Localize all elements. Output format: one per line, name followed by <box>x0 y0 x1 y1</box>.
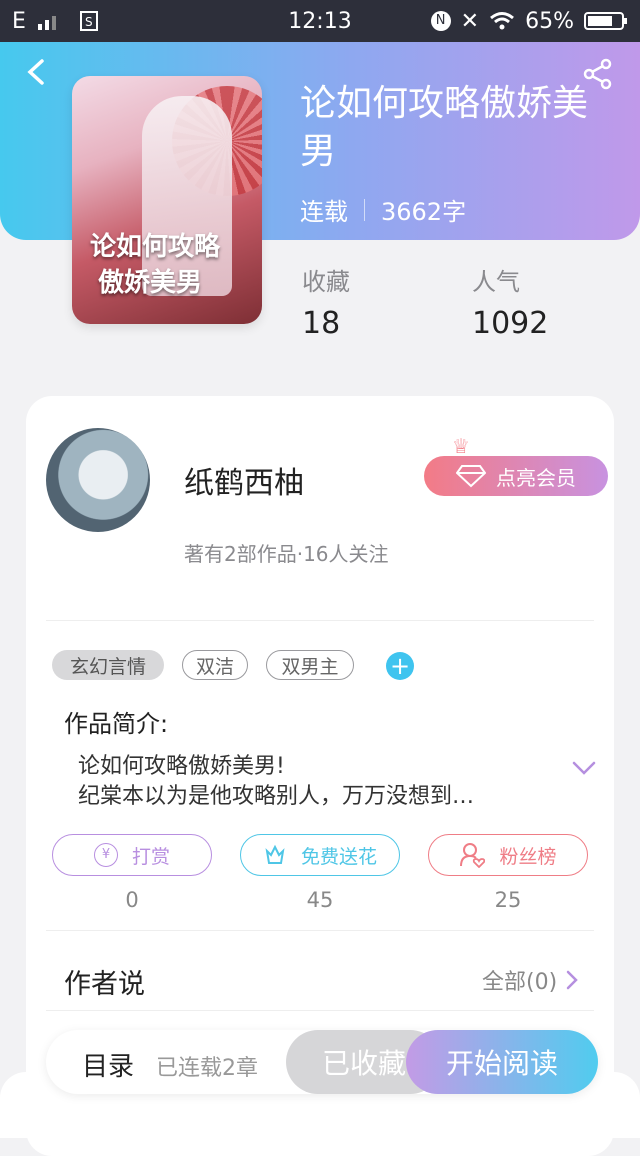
signal-icon <box>37 16 56 30</box>
nfc-icon: N <box>430 11 451 31</box>
intro-label: 作品简介: <box>64 710 169 738</box>
book-cover[interactable]: 论如何攻略 傲娇美男 <box>72 76 262 324</box>
author-subtitle: 著有2部作品·16人关注 <box>184 542 389 566</box>
crown-icon: ♕ <box>452 434 470 458</box>
chevron-right-icon <box>566 970 578 990</box>
divider <box>46 620 594 621</box>
send-flower-label: 免费送花 <box>300 845 377 868</box>
author-name[interactable]: 纸鹤西柚 <box>184 458 304 502</box>
back-icon[interactable] <box>24 58 50 86</box>
svg-text:S: S <box>85 15 93 29</box>
flower-icon <box>265 844 285 864</box>
fan-count: 25 <box>494 888 522 912</box>
word-count: 3662字 <box>381 198 467 226</box>
intro-line: 纪棠本以为是他攻略别人，万万没想到… <box>78 784 475 809</box>
favorited-label: 已收藏 <box>321 1047 406 1080</box>
cover-title-line1: 论如何攻略 <box>90 232 221 262</box>
cover-title-line2: 傲娇美男 <box>98 268 203 298</box>
intro-line: 论如何攻略傲娇美男! <box>78 754 285 779</box>
divider <box>46 1010 594 1011</box>
book-title: 论如何攻略傲娇美男 <box>300 83 589 172</box>
chevron-down-icon[interactable] <box>572 760 596 776</box>
battery-icon <box>584 12 627 30</box>
yen-icon: ¥ <box>93 843 118 867</box>
intro-text[interactable]: 论如何攻略傲娇美男! 纪棠本以为是他攻略别人，万万没想到… <box>78 752 474 812</box>
popularity-label: 人气 <box>472 268 520 296</box>
wifi-icon <box>490 12 515 30</box>
vip-button[interactable]: 点亮会员 <box>424 456 608 496</box>
mute-icon: ✕ <box>460 8 480 34</box>
reward-label: 打赏 <box>131 845 170 868</box>
start-reading-button[interactable]: 开始阅读 <box>406 1030 598 1094</box>
reward-button[interactable]: ¥ 打赏 <box>52 834 212 876</box>
toc-button[interactable]: 目录 <box>82 1046 134 1083</box>
author-says-label: 作者说 <box>64 969 145 1000</box>
favorites-label: 收藏 <box>302 268 350 296</box>
diamond-icon <box>456 465 486 488</box>
meta-divider <box>364 198 365 221</box>
sim-icon: S <box>79 11 98 31</box>
tag-item[interactable]: 双男主 <box>266 650 354 680</box>
divider <box>46 930 594 931</box>
start-reading-label: 开始阅读 <box>445 1047 558 1080</box>
book-status: 连载 <box>300 198 348 226</box>
author-avatar[interactable] <box>46 428 150 532</box>
battery-percent: 65% <box>525 8 574 34</box>
popularity-value: 1092 <box>472 306 549 341</box>
vip-button-label: 点亮会员 <box>496 465 576 490</box>
tag-item[interactable]: 双洁 <box>182 650 248 680</box>
all-label: 全部(0) <box>482 970 558 995</box>
author-says-all-link[interactable]: 全部(0) <box>482 964 579 996</box>
fan-ranking-button[interactable]: 粉丝榜 <box>428 834 588 876</box>
status-bar: E S 12:13 N ✕ 65% <box>0 0 640 42</box>
book-meta: 连载 3662字 <box>300 192 466 227</box>
send-flower-button[interactable]: 免费送花 <box>240 834 400 876</box>
network-indicator: E <box>12 8 26 34</box>
tag-genre[interactable]: 玄幻言情 <box>52 650 164 680</box>
favorites-value: 18 <box>302 306 341 341</box>
flower-count: 45 <box>306 888 334 912</box>
user-heart-icon <box>460 843 486 868</box>
fan-ranking-label: 粉丝榜 <box>499 845 557 868</box>
chapter-count: 已连载2章 <box>156 1056 258 1081</box>
add-tag-icon[interactable]: + <box>386 652 414 680</box>
reward-count: 0 <box>125 888 139 912</box>
